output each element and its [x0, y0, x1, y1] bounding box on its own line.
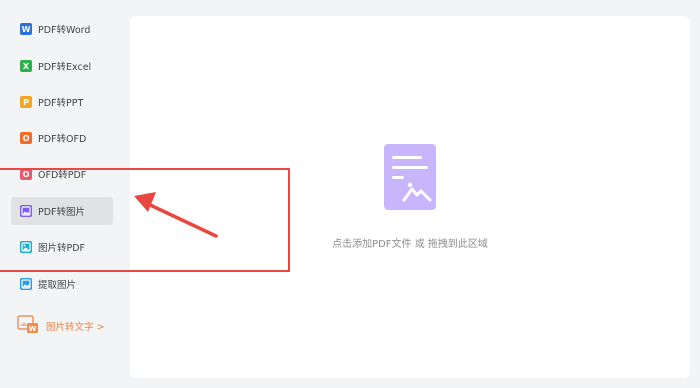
- sidebar-item-extract-image[interactable]: 提取图片: [11, 270, 113, 298]
- sidebar-item-label: PDF转PPT: [38, 98, 84, 109]
- svg-text:W: W: [29, 325, 37, 333]
- sidebar-item-label: 提取图片: [38, 280, 77, 291]
- extract-image-icon: [20, 278, 32, 290]
- sidebar-item-ofd-to-pdf[interactable]: O OFD转PDF: [11, 160, 113, 188]
- sidebar-item-pdf-to-image[interactable]: PDF转图片: [11, 197, 113, 225]
- sidebar-item-label: PDF转OFD: [38, 134, 87, 145]
- image-to-text-link[interactable]: W 图片转文字 >: [17, 314, 104, 338]
- ofd-to-pdf-icon: O: [20, 168, 32, 180]
- image-to-pdf-icon: [20, 241, 32, 253]
- ppt-icon: P: [20, 96, 32, 108]
- sidebar-item-label: PDF转Excel: [38, 62, 92, 73]
- sidebar-item-label: 图片转PDF: [38, 243, 86, 254]
- ocr-icon: W: [17, 314, 41, 338]
- sidebar-item-label: PDF转图片: [38, 207, 86, 218]
- sidebar-item-pdf-to-ofd[interactable]: O PDF转OFD: [11, 124, 113, 152]
- image-to-text-label: 图片转文字 >: [46, 322, 105, 333]
- sidebar-item-pdf-to-excel[interactable]: X PDF转Excel: [11, 52, 113, 80]
- sidebar-item-label: OFD转PDF: [38, 170, 87, 181]
- word-icon: W: [20, 23, 32, 35]
- file-drop-zone[interactable]: 点击添加PDF文件 或 拖拽到此区域: [130, 16, 690, 378]
- main-panel: 点击添加PDF文件 或 拖拽到此区域: [130, 16, 690, 378]
- drop-zone-hint: 点击添加PDF文件 或 拖拽到此区域: [332, 239, 488, 250]
- sidebar-item-pdf-to-word[interactable]: W PDF转Word: [11, 15, 113, 43]
- image-icon: [20, 205, 32, 217]
- excel-icon: X: [20, 60, 32, 72]
- ofd-icon: O: [20, 132, 32, 144]
- sidebar-item-image-to-pdf[interactable]: 图片转PDF: [11, 233, 113, 261]
- sidebar-item-label: PDF转Word: [38, 25, 91, 36]
- sidebar: W PDF转Word X PDF转Excel P PDF转PPT O PDF转O…: [0, 0, 124, 388]
- sidebar-item-pdf-to-ppt[interactable]: P PDF转PPT: [11, 88, 113, 116]
- document-image-icon: [384, 144, 436, 210]
